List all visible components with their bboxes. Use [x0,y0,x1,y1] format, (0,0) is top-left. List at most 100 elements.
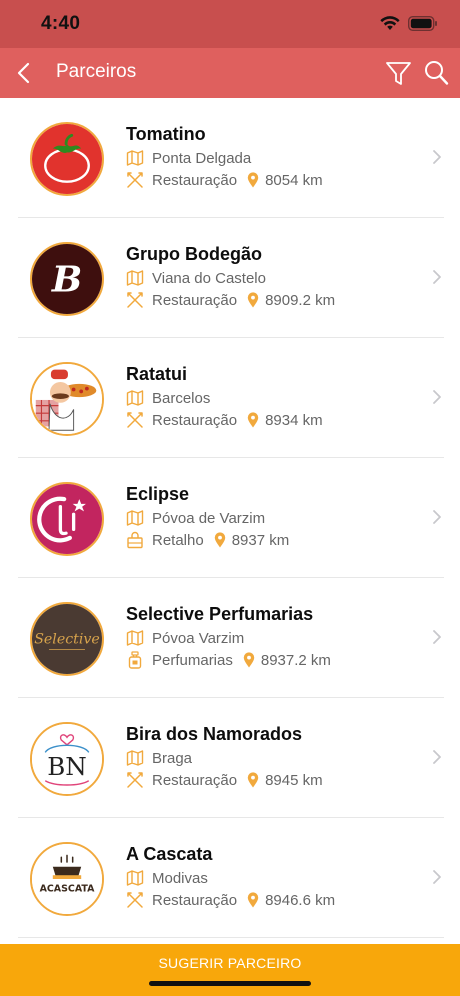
map-icon [126,509,144,527]
location-pin-icon [247,172,259,188]
map-icon [126,749,144,767]
suggest-partner-label: SUGERIR PARCEIRO [158,955,302,971]
location-pin-icon [243,652,255,668]
shopping-bag-icon [126,531,144,549]
map-icon [126,629,144,647]
partner-meta-line: Restauração 8909.2 km [126,291,335,309]
partner-distance: 8945 km [265,771,323,789]
location-pin-icon [247,892,259,908]
status-bar: 4:40 [0,0,460,48]
partner-name: Ratatui [126,364,188,384]
partner-name: Selective Perfumarias [126,604,314,624]
partner-location: Viana do Castelo [152,269,266,287]
partner-distance: 8054 km [265,171,323,189]
partner-category: Perfumarias [152,651,233,669]
partner-row[interactable]: ACASCATA A Cascata Modivas Restauração 8… [0,818,460,938]
bodegao-logo: B [30,242,104,316]
chevron-right-icon [432,869,442,885]
partner-meta-line: Restauração 8946.6 km [126,891,335,909]
map-icon [126,149,144,167]
location-pin-icon [247,412,259,428]
partner-category: Retalho [152,531,204,549]
location-pin-icon [214,532,226,548]
suggest-partner-button[interactable]: SUGERIR PARCEIRO [0,944,460,996]
logo-text: ACASCATA [40,883,96,894]
chevron-right-icon [432,269,442,285]
partner-meta-line: Retalho 8937 km [126,531,289,549]
svg-text:B: B [51,258,82,300]
partner-distance: 8937.2 km [260,651,331,669]
status-icons [379,15,438,31]
partner-meta-line: Restauração 8934 km [126,411,323,429]
map-icon [126,389,144,407]
partner-category: Restauração [152,171,238,189]
chevron-right-icon [432,509,442,525]
partner-name: A Cascata [126,844,213,864]
perfume-bottle-icon [126,651,144,669]
partner-row[interactable]: Eclipse Póvoa de Varzim Retalho 8937 km [0,458,460,578]
tomatino-logo [30,122,104,196]
partner-category: Restauração [152,891,238,909]
partner-distance: 8909.2 km [265,291,336,309]
chevron-right-icon [432,629,442,645]
navigation-bar: Parceiros [0,48,460,98]
partner-distance: 8934 km [265,411,323,429]
partner-meta-line: Restauração 8945 km [126,771,323,789]
partner-location-line: Póvoa de Varzim [126,509,265,527]
partner-name: Grupo Bodegão [126,244,262,264]
partner-category: Restauração [152,291,238,309]
partner-location: Ponta Delgada [152,149,252,167]
partner-location: Póvoa Varzim [152,629,245,647]
filter-icon[interactable] [385,60,412,87]
partner-location: Braga [152,749,193,767]
battery-icon [408,15,437,31]
status-time: 4:40 [41,13,81,34]
a-cascata-logo: ACASCATA [30,842,104,916]
chevron-right-icon [432,389,442,405]
partner-category: Restauração [152,411,238,429]
partner-row[interactable]: Selective Selective Perfumarias Póvoa Va… [0,578,460,698]
back-arrow-icon[interactable] [14,61,34,85]
partner-meta-line: Restauração 8054 km [126,171,323,189]
partner-category: Restauração [152,771,238,789]
chevron-right-icon [432,149,442,165]
location-pin-icon [247,772,259,788]
partner-location-line: Viana do Castelo [126,269,266,287]
partner-distance: 8946.6 km [265,891,336,909]
partner-location-line: Ponta Delgada [126,149,251,167]
partner-name: Tomatino [126,124,206,144]
partner-distance: 8937 km [231,531,290,549]
location-pin-icon [247,292,259,308]
ratatui-logo [30,362,104,436]
cutlery-icon [126,771,144,789]
partner-list: Tomatino Ponta Delgada Restauração 8054 … [0,98,460,938]
eclipse-logo [30,482,104,556]
partner-name: Bira dos Namorados [126,724,303,744]
home-indicator[interactable] [149,981,311,986]
partner-name: Eclipse [126,484,190,504]
bira-dos-namorados-logo: BN [30,722,104,796]
chevron-right-icon [432,749,442,765]
page-title: Parceiros [56,61,137,82]
partner-location-line: Modivas [126,869,208,887]
partner-location: Póvoa de Varzim [152,509,266,527]
cutlery-icon [126,891,144,909]
selective-logo: Selective [30,602,104,676]
wifi-icon [380,16,400,30]
partner-location-line: Barcelos [126,389,210,407]
partner-row[interactable]: BN Bira dos Namorados Braga Restauração … [0,698,460,818]
map-icon [126,869,144,887]
cutlery-icon [126,291,144,309]
partner-row[interactable]: Tomatino Ponta Delgada Restauração 8054 … [0,98,460,218]
partner-row[interactable]: Ratatui Barcelos Restauração 8934 km [0,338,460,458]
map-icon [126,269,144,287]
logo-text: Selective [34,632,100,648]
cutlery-icon [126,411,144,429]
partner-location: Barcelos [152,389,211,407]
partner-location: Modivas [152,869,208,887]
search-icon[interactable] [424,60,449,86]
partner-row[interactable]: B Grupo Bodegão Viana do Castelo Restaur… [0,218,460,338]
partner-location-line: Póvoa Varzim [126,629,244,647]
logo-text: BN [47,752,87,781]
cutlery-icon [126,171,144,189]
